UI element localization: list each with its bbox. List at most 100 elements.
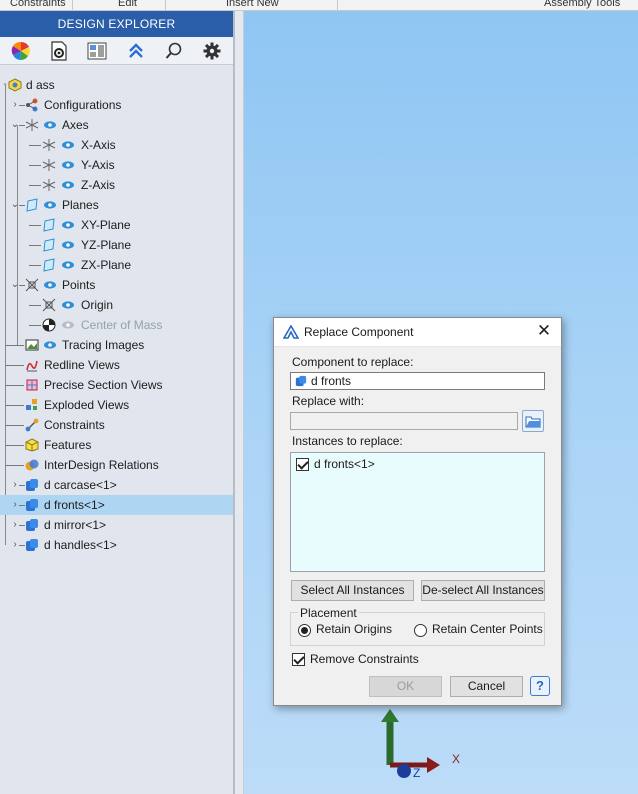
- retain-center-points-radio[interactable]: [414, 624, 427, 637]
- tree-item-zx-plane[interactable]: ZX-Plane: [0, 255, 233, 275]
- retain-origins-radio[interactable]: [298, 624, 311, 637]
- tree-item-y-axis[interactable]: Y-Axis: [0, 155, 233, 175]
- browse-button[interactable]: [522, 410, 544, 432]
- ok-button[interactable]: OK: [369, 676, 442, 697]
- instance-checkbox[interactable]: [296, 458, 309, 471]
- tree-item-d-mirror[interactable]: › d mirror<1>: [0, 515, 233, 535]
- placement-label: Placement: [298, 606, 359, 620]
- close-icon[interactable]: ✕: [536, 321, 552, 341]
- layout-icon[interactable]: [85, 39, 109, 63]
- design-explorer-title: DESIGN EXPLORER: [0, 11, 233, 37]
- visibility-eye-icon[interactable]: [61, 158, 75, 172]
- tree-item-label: ZX-Plane: [81, 258, 132, 272]
- cancel-button[interactable]: Cancel: [450, 676, 523, 697]
- visibility-eye-icon[interactable]: [43, 198, 57, 212]
- panel-splitter[interactable]: [234, 11, 244, 794]
- ribbon-separator: [72, 0, 73, 10]
- tree-item-precise-section-views[interactable]: Precise Section Views: [0, 375, 233, 395]
- tree-item-points[interactable]: ⌄ Points: [0, 275, 233, 295]
- tree-item-d-carcase[interactable]: › d carcase<1>: [0, 475, 233, 495]
- tree-item-center-of-mass[interactable]: Center of Mass: [0, 315, 233, 335]
- visibility-eye-icon[interactable]: [61, 178, 75, 192]
- ribbon-tab-constraints[interactable]: Constraints: [10, 0, 66, 9]
- help-button[interactable]: ?: [530, 676, 550, 696]
- visibility-eye-icon[interactable]: [43, 118, 57, 132]
- tree-item-features[interactable]: Features: [0, 435, 233, 455]
- tree-item-x-axis[interactable]: X-Axis: [0, 135, 233, 155]
- origin-icon: [42, 298, 56, 312]
- visibility-eye-icon[interactable]: [43, 278, 57, 292]
- tree-item-planes[interactable]: ⌄ Planes: [0, 195, 233, 215]
- tree-item-tracing-images[interactable]: Tracing Images: [0, 335, 233, 355]
- select-all-instances-button[interactable]: Select All Instances: [291, 580, 414, 601]
- tree-connector: [6, 365, 24, 366]
- ribbon-tab-edit[interactable]: Edit: [118, 0, 137, 9]
- tree-item-label: Constraints: [44, 418, 105, 432]
- tree-connector: [29, 265, 41, 266]
- part-icon: [26, 539, 38, 551]
- tree-item-configurations[interactable]: › Configurations: [0, 95, 233, 115]
- visibility-eye-icon[interactable]: [61, 218, 75, 232]
- part-icon: [295, 375, 307, 387]
- tree-connector: [6, 425, 24, 426]
- tree-item-z-axis[interactable]: Z-Axis: [0, 175, 233, 195]
- tree-item-label: X-Axis: [81, 138, 116, 152]
- ribbon-tab-insert-new[interactable]: Insert New: [226, 0, 279, 9]
- tree-item-constraints[interactable]: Constraints: [0, 415, 233, 435]
- replace-with-field[interactable]: [290, 412, 518, 430]
- color-wheel-icon[interactable]: [9, 39, 33, 63]
- tree-item-d-fronts[interactable]: › d fronts<1>: [0, 495, 233, 515]
- instance-label: d fronts<1>: [314, 457, 375, 471]
- collapse-up-icon[interactable]: [124, 39, 148, 63]
- component-to-replace-field[interactable]: d fronts: [290, 372, 545, 390]
- relations-icon: [25, 459, 39, 471]
- tree-item-label: Tracing Images: [62, 338, 145, 352]
- planes-icon: [26, 198, 38, 212]
- tree-connector: [29, 305, 41, 306]
- remove-constraints-checkbox[interactable]: [292, 653, 305, 666]
- visibility-eye-icon[interactable]: [61, 258, 75, 272]
- tree-item-label: Planes: [62, 198, 99, 212]
- visibility-eye-icon[interactable]: [61, 298, 75, 312]
- tree-item-label: Configurations: [44, 98, 122, 112]
- tree-item-label: Precise Section Views: [44, 378, 163, 392]
- tree-item-origin[interactable]: Origin: [0, 295, 233, 315]
- gear-icon[interactable]: [200, 39, 224, 63]
- list-item[interactable]: d fronts<1>: [296, 456, 496, 474]
- tree-item-label: Origin: [81, 298, 114, 312]
- constraints-icon: [25, 418, 39, 432]
- tree-connector: [29, 245, 41, 246]
- tree-item-label: Axes: [62, 118, 89, 132]
- settings-doc-icon[interactable]: [47, 39, 71, 63]
- visibility-eye-icon[interactable]: [61, 138, 75, 152]
- tree-item-d-ass[interactable]: - d ass: [0, 75, 233, 95]
- tree-item-interdesign-relations[interactable]: InterDesign Relations: [0, 455, 233, 475]
- tree-connector: [29, 165, 41, 166]
- instances-list[interactable]: d fronts<1>: [290, 452, 545, 572]
- explorer-toolbar: [0, 37, 233, 65]
- visibility-eye-icon[interactable]: [61, 238, 75, 252]
- tree-item-label: Y-Axis: [81, 158, 115, 172]
- tree-item-d-handles[interactable]: › d handles<1>: [0, 535, 233, 555]
- tree-item-axes[interactable]: ⌄ Axes: [0, 115, 233, 135]
- tree-item-yz-plane[interactable]: YZ-Plane: [0, 235, 233, 255]
- image-icon: [25, 339, 39, 351]
- visibility-eye-icon[interactable]: [43, 338, 57, 352]
- hidden-eye-icon[interactable]: [61, 318, 75, 332]
- tree-item-label: Redline Views: [44, 358, 120, 372]
- deselect-all-instances-button[interactable]: De-select All Instances: [421, 580, 545, 601]
- ribbon-bar: Constraints Edit Insert New Assembly Too…: [0, 0, 638, 11]
- part-icon: [26, 519, 38, 531]
- tree-item-xy-plane[interactable]: XY-Plane: [0, 215, 233, 235]
- remove-constraints-label: Remove Constraints: [310, 652, 419, 666]
- tree-item-exploded-views[interactable]: Exploded Views: [0, 395, 233, 415]
- ribbon-tab-assembly-tools[interactable]: Assembly Tools: [544, 0, 620, 9]
- tree-item-label: d handles<1>: [44, 538, 117, 552]
- design-explorer-panel: DESIGN EXPLORER - d ass › Configurations…: [0, 11, 234, 794]
- tree-connector: [6, 465, 24, 466]
- dialog-title-bar[interactable]: Replace Component ✕: [274, 318, 561, 347]
- tree-item-redline-views[interactable]: Redline Views: [0, 355, 233, 375]
- search-icon[interactable]: [162, 39, 186, 63]
- z-axis-label: Z: [413, 766, 421, 780]
- tree-item-label: Points: [62, 278, 96, 292]
